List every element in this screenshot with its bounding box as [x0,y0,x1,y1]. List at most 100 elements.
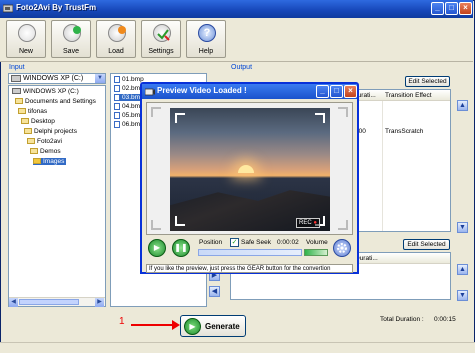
close-button[interactable]: × [459,2,472,15]
pause-button[interactable]: ❚❚ [172,239,190,257]
total-duration-value: 0:00:15 [434,316,456,323]
preview-close-button[interactable]: × [344,85,357,98]
annotation-number: 1 [119,316,125,327]
tree-label: Desktop [31,118,55,125]
play-icon: ▶ [184,318,201,335]
save-icon [63,24,81,42]
playback-controls: ▶ ❚❚ Position ✓ Safe Seek 0:00:02 Volume [146,237,353,261]
preview-status-bar: If you like the preview, just press the … [146,264,353,273]
tree-item[interactable]: WINDOWS XP (C:) [12,88,79,95]
rec-label: REC [299,220,312,226]
load-label: Load [108,48,124,55]
input-group-label: Input [9,64,25,71]
minimize-button[interactable]: _ [431,2,444,15]
tree-label: Delphi projects [34,128,77,135]
tree-label: tifonas [28,108,48,115]
title-bar[interactable]: Foto2Avi By TrustFm _ □ × [0,0,473,18]
load-button[interactable]: Load [96,20,136,58]
file-icon [114,94,120,101]
status-bar [0,342,475,353]
scroll-right-arrow-icon[interactable]: ▶ [95,298,104,307]
folder-icon [15,98,23,105]
arrow-left-icon[interactable]: ◀ [209,286,220,297]
save-button[interactable]: Save [51,20,91,58]
file-label: 02.bm [122,85,141,93]
tree-item[interactable]: Desktop [21,118,55,125]
viewfinder-corner [175,113,185,123]
tree-item[interactable]: Demos [30,148,61,155]
settings-label: Settings [148,48,174,55]
move-down-icon[interactable]: ▼ [457,290,468,301]
file-item[interactable]: 01.bmp [114,76,144,83]
safe-seek-label: Safe Seek [241,239,271,246]
edit-selected-button[interactable]: Edit Selected [405,76,450,87]
folder-icon [24,128,32,135]
new-icon [18,24,36,42]
column-divider [382,101,383,231]
preview-title: Preview Video Loaded ! [157,86,247,95]
tree-label: Demos [40,148,61,155]
chevron-down-icon[interactable]: ▼ [95,74,105,83]
tree-label: Foto2avi [37,138,62,145]
move-up-icon[interactable]: ▲ [457,100,468,111]
edit-selected-button-2[interactable]: Edit Selected [403,239,450,250]
help-label: Help [198,48,214,55]
folder-icon [18,108,26,115]
viewfinder-corner [315,113,325,123]
file-item[interactable]: 06.bm [114,121,140,128]
folder-tree[interactable]: WINDOWS XP (C:) Documents and Settings t… [8,85,106,307]
annotation-arrow-head [172,320,180,330]
file-icon [114,112,120,119]
tree-item[interactable]: Documents and Settings [15,98,96,105]
file-item[interactable]: 05.bm [114,112,140,119]
scroll-thumb[interactable] [19,299,79,305]
tree-label: Images [43,158,65,165]
time-value: 0:00:02 [277,239,299,246]
preview-title-bar[interactable]: Preview Video Loaded ! _ □ × [142,84,357,99]
row-transition: TransScratch [385,128,424,135]
position-slider[interactable] [198,249,302,256]
column-header-transition[interactable]: Transition Effect [385,92,432,99]
frame-corner [151,220,161,230]
scroll-left-arrow-icon[interactable]: ◀ [9,298,18,307]
new-button[interactable]: New [6,20,46,58]
folder-icon [33,158,41,165]
frame-corner [338,107,348,117]
gear-icon[interactable] [333,239,351,257]
play-button[interactable]: ▶ [148,239,166,257]
file-icon [114,121,120,128]
load-icon [108,24,126,42]
volume-slider[interactable] [304,249,328,256]
preview-minimize-button[interactable]: _ [316,85,329,98]
settings-button[interactable]: Settings [141,20,181,58]
tree-horizontal-scrollbar[interactable]: ◀ ▶ [9,297,105,307]
file-item[interactable]: 02.bm [114,85,140,92]
toolbar: New Save Load Settings ? Help [0,18,473,62]
drive-combobox[interactable]: WINDOWS XP (C:) ▼ [8,73,106,84]
output-group-label: Output [231,64,253,71]
file-icon [114,85,120,92]
help-button[interactable]: ? Help [186,20,226,58]
preview-maximize-button[interactable]: □ [330,85,343,98]
viewfinder-corner [175,216,185,226]
annotation-arrow [131,324,177,326]
frame-corner [338,220,348,230]
save-label: Save [63,48,79,55]
settings-icon [153,24,171,42]
safe-seek-checkbox[interactable]: ✓ [230,238,239,247]
maximize-button[interactable]: □ [445,2,458,15]
video-frame: REC ● [146,102,353,235]
total-duration-label: Total Duration : [380,316,424,323]
move-down-icon[interactable]: ▼ [457,222,468,233]
tree-item[interactable]: Foto2avi [27,138,62,145]
tree-item[interactable]: tifonas [18,108,47,115]
move-up-icon[interactable]: ▲ [457,264,468,275]
file-item[interactable]: 04.bm [114,103,140,110]
tree-item-selected[interactable]: Images [33,158,67,165]
tree-item[interactable]: Delphi projects [24,128,77,135]
drive-value: WINDOWS XP (C:) [23,75,84,82]
file-label: 03.bm [122,94,141,102]
window-title: Foto2Avi By TrustFm [16,3,97,12]
file-label: 06.bm [122,121,141,129]
generate-button[interactable]: ▶ Generate [180,315,246,337]
